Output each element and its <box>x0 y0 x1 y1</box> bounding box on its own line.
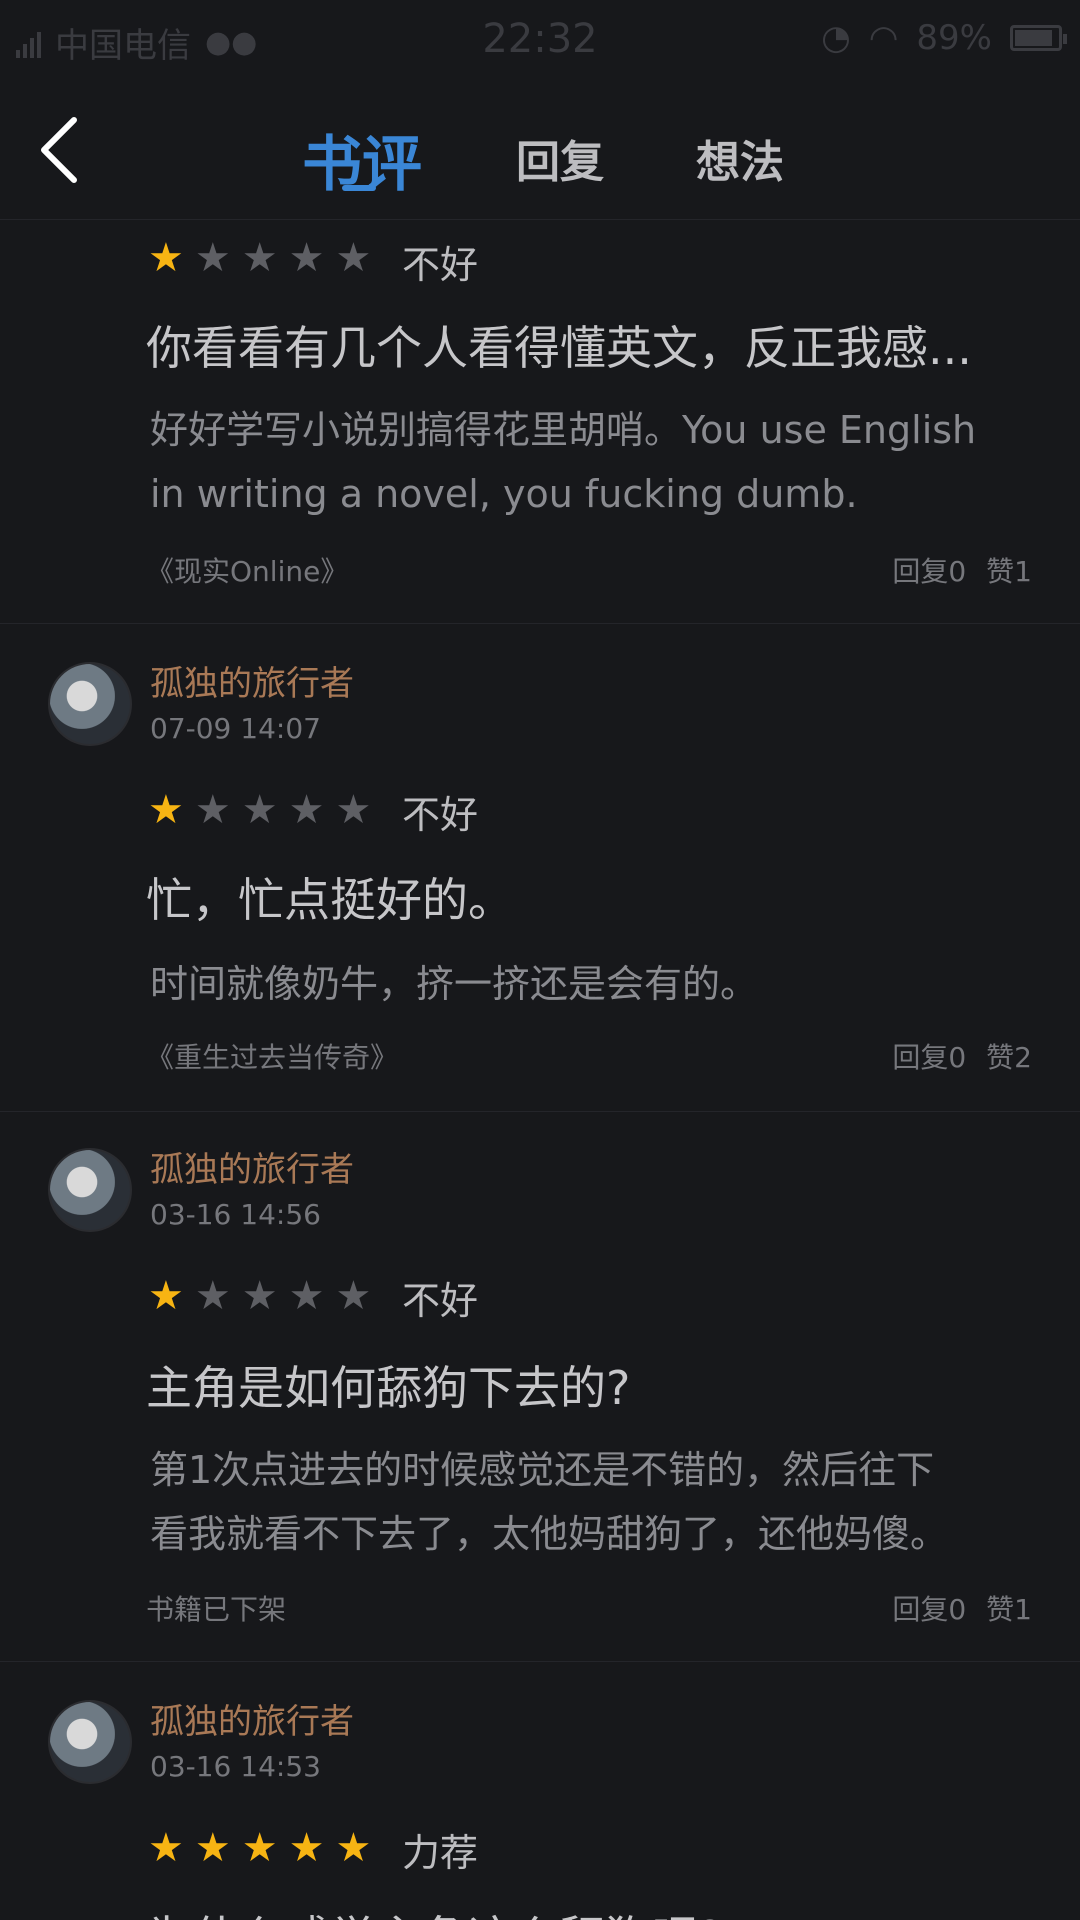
tab-replies[interactable]: 回复 <box>516 126 604 190</box>
star-empty-icon: ★ <box>288 787 325 833</box>
top-nav: 书评 回复 想法 <box>0 78 1080 220</box>
star-filled-icon: ★ <box>194 1825 231 1871</box>
reply-count[interactable]: 回复0 <box>892 1588 966 1628</box>
reply-count[interactable]: 回复0 <box>892 1036 966 1076</box>
avatar[interactable] <box>48 1148 132 1232</box>
star-filled-icon: ★ <box>241 1825 278 1871</box>
star-empty-icon: ★ <box>335 1273 372 1319</box>
star-rating: ★ ★ ★ ★ ★ <box>148 1828 371 1868</box>
battery-icon <box>1010 25 1067 51</box>
review-title: 为什么感觉主角这么舔狗呢? <box>146 1902 722 1920</box>
star-filled-icon: ★ <box>148 787 184 833</box>
star-filled-icon: ★ <box>148 1273 184 1319</box>
review-stats: 回复0 赞1 <box>892 550 1032 590</box>
review-item[interactable]: ★ ★ ★ ★ ★ 不好 你看看有几个人看得懂英文，反正我感... 好好学写小说别搞得花… <box>0 220 1080 624</box>
star-filled-icon: ★ <box>288 1825 325 1871</box>
status-right: ◔ ◠ 89% <box>821 18 1067 58</box>
timestamp: 07-09 14:07 <box>150 712 321 745</box>
star-rating: ★ ★ ★ ★ ★ <box>148 790 371 830</box>
review-item[interactable]: 孤独的旅行者 07-09 14:07 ★ ★ ★ ★ ★ 不好 忙，忙点挺好的。 时间就… <box>0 624 1080 1112</box>
review-body-line: 看我就看不下去了，太他妈甜狗了，还他妈傻。 <box>150 1512 949 1556</box>
review-body: 时间就像奶牛，挤一挤还是会有的。 <box>150 952 1040 1016</box>
rating-label: 不好 <box>402 793 479 837</box>
review-body-line: in writing a novel, you fucking dumb. <box>150 472 858 516</box>
review-stats: 回复0 赞2 <box>892 1036 1032 1076</box>
book-link[interactable]: 《现实Online》 <box>146 550 348 590</box>
star-filled-icon: ★ <box>148 235 184 281</box>
tab-bar: 书评 回复 想法 <box>0 116 1080 206</box>
star-empty-icon: ★ <box>194 235 231 281</box>
star-empty-icon: ★ <box>194 787 231 833</box>
like-count[interactable]: 赞1 <box>986 550 1032 590</box>
star-empty-icon: ★ <box>288 1273 325 1319</box>
review-title: 你看看有几个人看得懂英文，反正我感... <box>146 321 972 375</box>
timestamp: 03-16 14:56 <box>150 1198 321 1231</box>
avatar[interactable] <box>48 1700 132 1784</box>
rating-label: 不好 <box>402 243 479 287</box>
review-title: 忙，忙点挺好的。 <box>146 873 514 927</box>
star-rating: ★ ★ ★ ★ ★ <box>148 1276 371 1316</box>
review-body-line: 好好学写小说别搞得花里胡哨。You use English <box>150 408 977 452</box>
star-filled-icon: ★ <box>335 1825 372 1871</box>
username[interactable]: 孤独的旅行者 <box>150 1694 354 1743</box>
review-body-line: 时间就像奶牛，挤一挤还是会有的。 <box>150 962 759 1006</box>
alarm-icon: ◔ <box>821 18 851 58</box>
review-body-line: 第1次点进去的时候感觉还是不错的，然后往下 <box>150 1448 935 1492</box>
star-rating: ★ ★ ★ ★ ★ <box>148 238 371 278</box>
star-empty-icon: ★ <box>288 235 325 281</box>
review-body: 第1次点进去的时候感觉还是不错的，然后往下 看我就看不下去了，太他妈甜狗了，还他… <box>150 1438 1040 1566</box>
star-empty-icon: ★ <box>241 235 278 281</box>
tab-thoughts[interactable]: 想法 <box>696 126 784 190</box>
review-title: 主角是如何舔狗下去的? <box>146 1361 631 1415</box>
review-item[interactable]: 孤独的旅行者 03-16 14:56 ★ ★ ★ ★ ★ 不好 主角是如何舔狗下去的? … <box>0 1112 1080 1662</box>
active-tab-indicator <box>342 185 376 191</box>
username[interactable]: 孤独的旅行者 <box>150 1142 354 1191</box>
star-empty-icon: ★ <box>241 1273 278 1319</box>
star-empty-icon: ★ <box>335 787 372 833</box>
star-empty-icon: ★ <box>194 1273 231 1319</box>
status-bar: 中国电信 ●● 22:32 ◔ ◠ 89% <box>0 0 1080 78</box>
avatar[interactable] <box>48 662 132 746</box>
timestamp: 03-16 14:53 <box>150 1750 321 1783</box>
like-count[interactable]: 赞1 <box>986 1588 1032 1628</box>
review-item[interactable]: 孤独的旅行者 03-16 14:53 ★★★★★ 力荐 为什么感觉主角这么舔狗呢… <box>0 1662 1080 1920</box>
review-body: 好好学写小说别搞得花里胡哨。You use English in writing… <box>150 398 1040 526</box>
book-link[interactable]: 《重生过去当传奇》 <box>146 1036 398 1076</box>
rating-label: 不好 <box>402 1279 479 1323</box>
book-status: 书籍已下架 <box>146 1593 287 1626</box>
like-count[interactable]: 赞2 <box>986 1036 1032 1076</box>
reply-count[interactable]: 回复0 <box>892 550 966 590</box>
rating-label: 力荐 <box>402 1831 479 1875</box>
star-empty-icon: ★ <box>241 787 278 833</box>
star-filled-icon: ★ <box>148 1825 184 1871</box>
battery-percent: 89% <box>916 18 992 58</box>
review-stats: 回复0 赞1 <box>892 1588 1032 1628</box>
star-empty-icon: ★ <box>335 235 372 281</box>
wifi-icon: ◠ <box>868 18 899 58</box>
username[interactable]: 孤独的旅行者 <box>150 656 354 705</box>
